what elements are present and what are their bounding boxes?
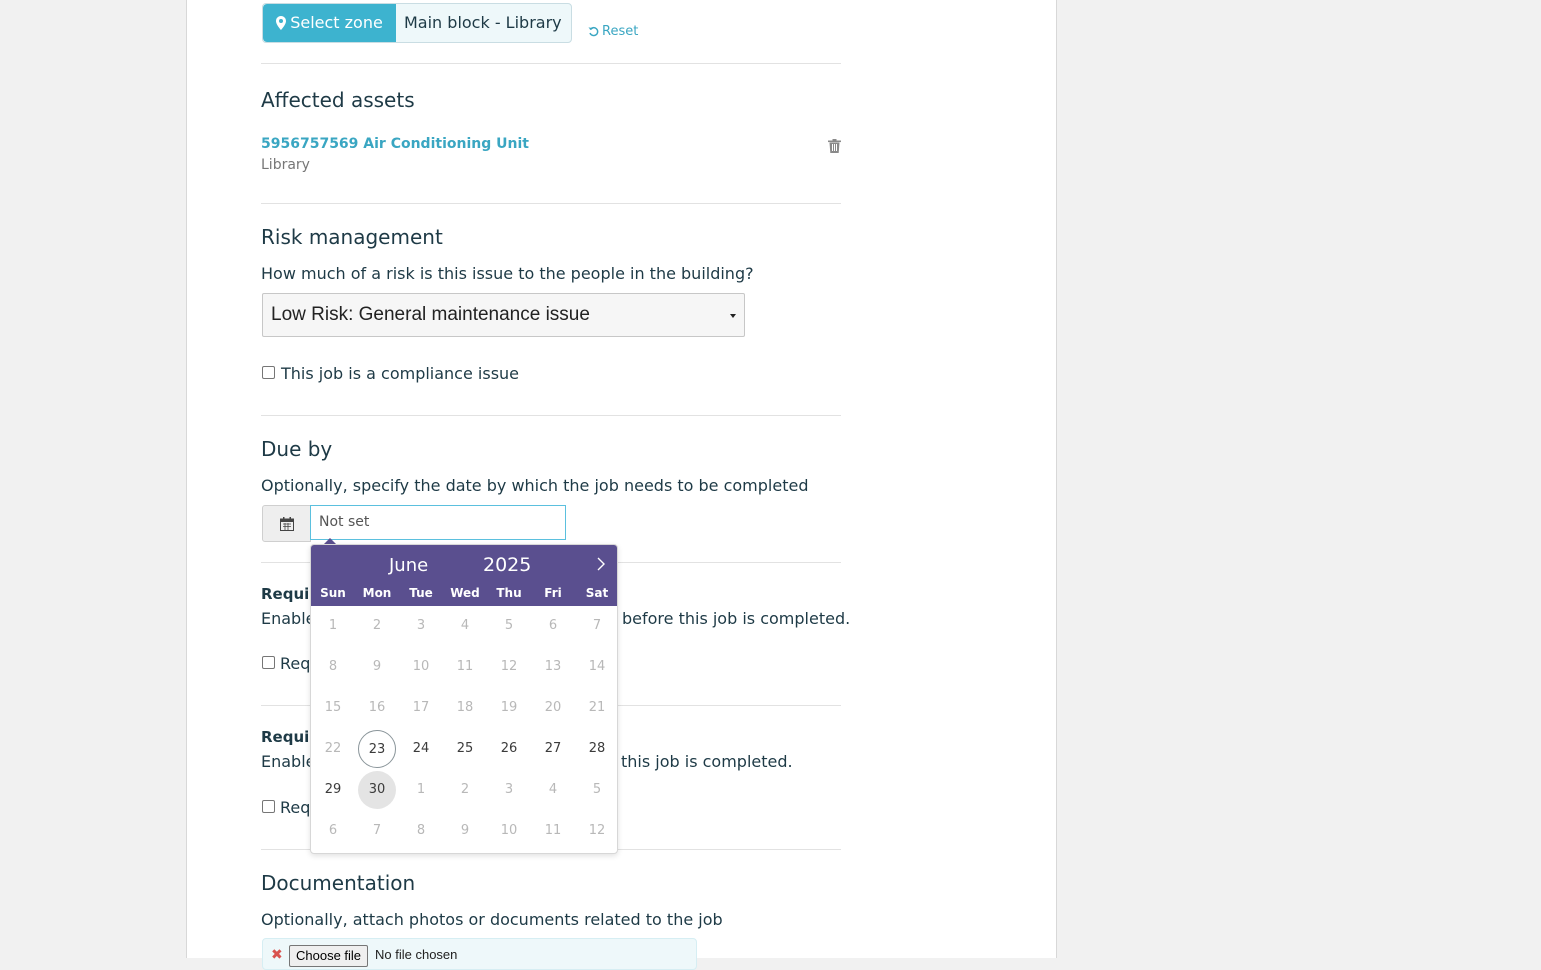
calendar-day: 9 (372, 659, 382, 674)
calendar-day: 12 (500, 659, 518, 674)
asset-link[interactable]: 5956757569 Air Conditioning Unit (261, 136, 529, 152)
calendar-day: 20 (544, 700, 562, 715)
affected-assets-heading: Affected assets (261, 88, 415, 112)
due-by-heading: Due by (261, 437, 333, 461)
weekday-label: Thu (496, 586, 522, 600)
calendar-day: 6 (548, 618, 558, 633)
calendar-day: 7 (372, 823, 382, 838)
calendar-day: 8 (328, 659, 338, 674)
asset-location: Library (261, 157, 310, 173)
calendar-day: 18 (456, 700, 474, 715)
calendar-day: 6 (328, 823, 338, 838)
calendar-day[interactable]: 23 (358, 730, 396, 768)
reset-link[interactable]: Reset (588, 24, 638, 39)
calendar-day: 19 (500, 700, 518, 715)
calendar-day: 21 (588, 700, 606, 715)
weekday-label: Fri (544, 586, 562, 600)
documentation-heading: Documentation (261, 871, 416, 895)
requirement-checkbox[interactable] (262, 800, 275, 813)
calendar-day: 2 (372, 618, 382, 633)
calendar-day[interactable]: 24 (402, 730, 440, 768)
calendar-day: 4 (460, 618, 470, 633)
chevron-right-icon[interactable] (594, 556, 608, 572)
due-date-input[interactable]: Not set (310, 505, 566, 540)
calendar-day: 7 (592, 618, 602, 633)
requirement-desc-right: this job is completed. (621, 752, 793, 771)
requirement-desc-left: Enable (261, 609, 316, 628)
calendar-day: 17 (412, 700, 430, 715)
requirement-desc-right: before this job is completed. (622, 609, 851, 628)
weekday-label: Sun (320, 586, 346, 600)
weekday-label: Mon (362, 586, 392, 600)
requirement-desc-left: Enable (261, 752, 316, 771)
zone-selector: Select zone Main block - Library (262, 3, 572, 43)
calendar-day: 3 (504, 782, 514, 797)
weekday-label: Tue (409, 586, 433, 600)
undo-icon (588, 27, 599, 37)
calendar-day[interactable]: 29 (314, 771, 352, 809)
calendar-day: 15 (324, 700, 342, 715)
calendar-day: 2 (460, 782, 470, 797)
weekday-label: Wed (450, 586, 480, 600)
choose-file-button[interactable]: Choose file (289, 945, 369, 967)
requirement-checkbox-label: Req (280, 654, 311, 673)
calendar-day[interactable]: 25 (446, 730, 484, 768)
calendar-day[interactable]: 30 (358, 771, 396, 809)
selected-zone: Main block - Library (404, 13, 562, 32)
compliance-label: This job is a compliance issue (281, 364, 520, 383)
remove-icon[interactable]: ✖ (271, 947, 283, 963)
calendar-day: 1 (416, 782, 426, 797)
documentation-description: Optionally, attach photos or documents r… (261, 910, 723, 929)
requirement-heading: Requir (261, 585, 317, 603)
calendar-day[interactable]: 26 (490, 730, 528, 768)
map-marker-icon (276, 16, 287, 30)
calendar-day[interactable]: 28 (578, 730, 616, 768)
calendar-addon[interactable] (262, 505, 311, 542)
year-input[interactable]: 2025 (483, 554, 531, 576)
divider (261, 415, 841, 416)
calendar-day: 5 (504, 618, 514, 633)
datepicker: June 2025 Sun Mon Tue Wed Thu Fri Sat 12345678… (310, 544, 618, 854)
calendar-day: 16 (368, 700, 386, 715)
datepicker-header: June 2025 Sun Mon Tue Wed Thu Fri Sat (311, 545, 617, 606)
calendar-day[interactable]: 27 (534, 730, 572, 768)
calendar-day: 11 (544, 823, 562, 838)
divider (261, 203, 841, 204)
due-by-description: Optionally, specify the date by which th… (261, 476, 809, 495)
file-status: No file chosen (375, 947, 458, 962)
calendar-day: 1 (328, 618, 338, 633)
requirement-checkbox-label: Req (280, 798, 311, 817)
trash-icon[interactable] (828, 139, 841, 153)
risk-management-heading: Risk management (261, 225, 443, 249)
caret-down-icon (730, 314, 736, 318)
calendar-day: 4 (548, 782, 558, 797)
calendar-day: 11 (456, 659, 474, 674)
weekday-label: Sat (585, 586, 609, 600)
risk-question: How much of a risk is this issue to the … (261, 264, 754, 283)
calendar-icon (279, 516, 294, 531)
month-select[interactable]: June (389, 555, 428, 576)
risk-level-value: Low Risk: General maintenance issue (271, 304, 590, 325)
calendar-day: 5 (592, 782, 602, 797)
calendar-day: 12 (588, 823, 606, 838)
requirement-heading: Requir (261, 728, 317, 746)
requirement-checkbox[interactable] (262, 656, 275, 669)
select-zone-button[interactable]: Select zone (263, 4, 396, 42)
calendar-day: 9 (460, 823, 470, 838)
calendar-day: 10 (500, 823, 518, 838)
compliance-checkbox[interactable] (262, 366, 275, 379)
calendar-day: 22 (324, 741, 342, 756)
risk-level-select[interactable]: Low Risk: General maintenance issue (262, 293, 745, 337)
calendar-day: 3 (416, 618, 426, 633)
calendar-day: 8 (416, 823, 426, 838)
file-upload-row: ✖ Choose file No file chosen (262, 938, 697, 970)
calendar-day: 10 (412, 659, 430, 674)
calendar-day: 13 (544, 659, 562, 674)
select-zone-label: Select zone (290, 13, 383, 32)
calendar-day: 14 (588, 659, 606, 674)
reset-label: Reset (602, 24, 639, 39)
divider (261, 63, 841, 64)
